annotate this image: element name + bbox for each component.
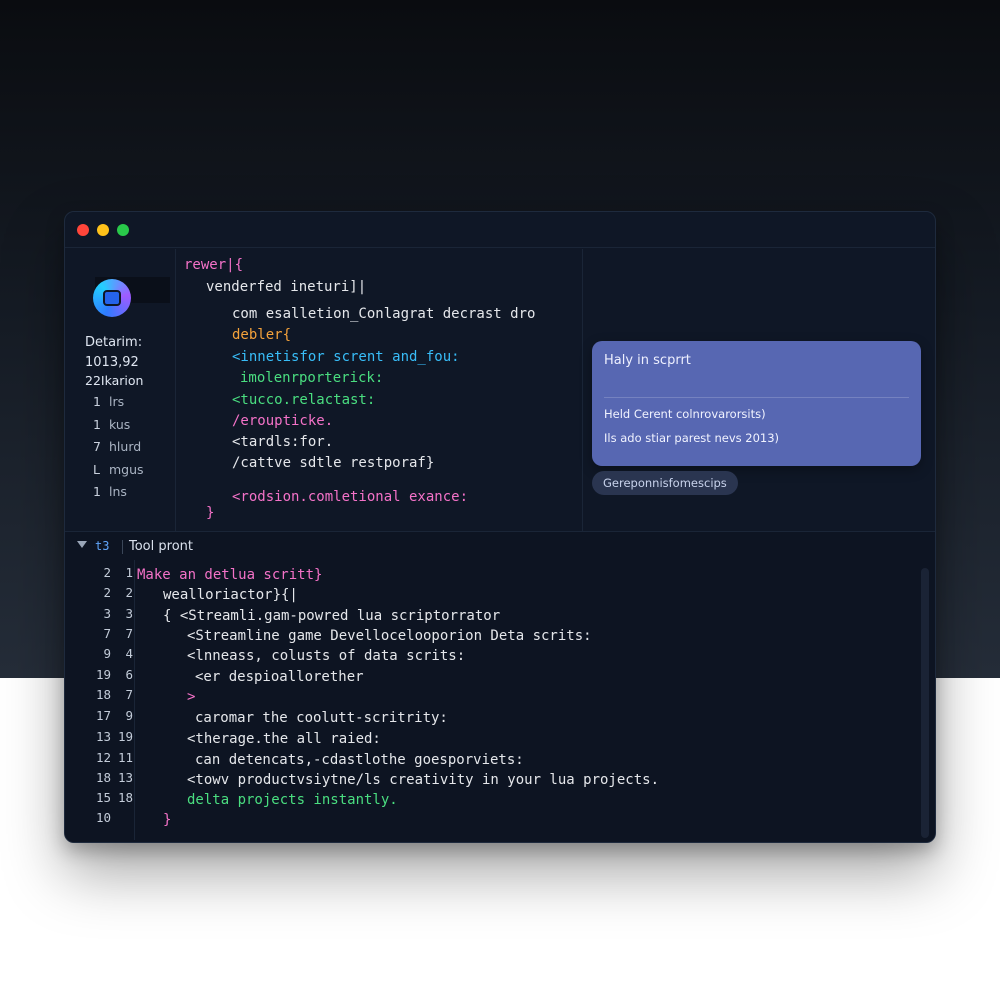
code-line: Make an detlua scritt} xyxy=(137,567,323,583)
line-number-b: 6 xyxy=(125,667,133,682)
line-number-b: 7 xyxy=(125,687,133,702)
line-number-a: 9 xyxy=(103,646,111,661)
code-line: <tardls:for. xyxy=(232,434,334,450)
line-number-a: 18 xyxy=(95,687,111,702)
sidebar-item[interactable]: 1 lrs xyxy=(93,394,173,417)
code-line: } xyxy=(163,812,172,828)
title-bar xyxy=(65,212,935,248)
code-line: <lnneass, colusts of data scrits: xyxy=(187,648,466,664)
line-number-b: 1 xyxy=(125,565,133,580)
line-number-a: 7 xyxy=(103,626,111,641)
line-number-a: 2 xyxy=(103,565,111,580)
suggestion-chip[interactable]: Gereponnisfomescips xyxy=(592,471,738,495)
sidebar-name: Detarim: xyxy=(85,335,143,350)
line-number: 19 6 xyxy=(89,667,133,682)
line-number-b: 2 xyxy=(125,585,133,600)
line-number-a: 2 xyxy=(103,585,111,600)
minimize-window-button[interactable] xyxy=(97,224,109,236)
code-line: com esalletion_Conlagrat decrast dro xyxy=(232,306,536,322)
code-line: > xyxy=(187,689,196,705)
line-number-b: 9 xyxy=(125,708,133,723)
code-line: caromar the coolutt-scritrity: xyxy=(195,710,448,726)
code-line: debler{ xyxy=(232,327,292,343)
line-number-a: 13 xyxy=(95,729,111,744)
line-number-gutter: 2 1 2 2 3 3 7 7 9 4 19 6 18 7 17 9 13 19 12 11 18 13 15 18 10 xyxy=(79,560,135,840)
editor-window: Detarim: 1013,92 22Ikarion 1 lrs 1 kus 7 hl… xyxy=(64,211,936,843)
maximize-window-button[interactable] xyxy=(117,224,129,236)
chat-message-card[interactable]: Haly in scprrt Held Cerent colnrovarorsi… xyxy=(592,341,921,466)
chat-line: Ils ado stiar parest nevs 2013) xyxy=(604,431,780,445)
code-line: venderfed ineturi]| xyxy=(206,279,367,295)
line-number-a: 15 xyxy=(95,790,111,805)
code-line: /cattve sdtle restporaf} xyxy=(232,455,435,471)
sidebar-sub: 22Ikarion xyxy=(85,373,144,388)
sidebar-item[interactable]: Lmgus xyxy=(93,462,173,485)
panel-header: t3 Tool pront xyxy=(65,532,935,560)
line-number-a: 3 xyxy=(103,606,111,621)
panel-title: Tool pront xyxy=(129,539,193,554)
scrollbar[interactable] xyxy=(921,568,929,838)
line-number: 77 xyxy=(89,626,133,641)
code-line: <tucco.relactast: xyxy=(232,392,376,408)
line-number-b: 13 xyxy=(117,770,133,785)
line-number-a: 17 xyxy=(95,708,111,723)
code-line: /eroupticke. xyxy=(232,413,334,429)
line-number: 10 xyxy=(89,810,133,825)
chat-divider xyxy=(604,397,909,398)
line-number-b: 4 xyxy=(125,646,133,661)
line-number-a: 18 xyxy=(95,770,111,785)
chat-title: Haly in scprrt xyxy=(604,353,691,368)
line-number: 18 13 xyxy=(89,770,133,785)
line-number-b: 7 xyxy=(125,626,133,641)
line-number: 12 11 xyxy=(89,750,133,765)
line-number: 22 xyxy=(89,585,133,600)
app-icon xyxy=(103,290,121,306)
collapse-chevron-icon[interactable] xyxy=(77,541,87,548)
panel-tag: t3 xyxy=(95,539,110,553)
code-line: <Streamline game Devellocelooporion Deta… xyxy=(187,628,592,644)
line-number-a: 10 xyxy=(95,810,111,825)
line-number: 17 9 xyxy=(89,708,133,723)
code-line: delta projects instantly. xyxy=(187,792,398,808)
line-number: 21 xyxy=(89,565,133,580)
close-window-button[interactable] xyxy=(77,224,89,236)
code-editor-top[interactable]: rewer|{ venderfed ineturi]| com esalleti… xyxy=(175,249,583,531)
chat-panel: Haly in scprrt Held Cerent colnrovarorsi… xyxy=(584,249,935,531)
code-line: { <Streamli.gam-powred lua scriptorrator xyxy=(163,608,501,624)
line-number: 94 xyxy=(89,646,133,661)
line-number-a: 12 xyxy=(95,750,111,765)
line-number-b: 18 xyxy=(117,790,133,805)
code-line: rewer|{ xyxy=(184,257,244,273)
sidebar-item[interactable]: 1 kus xyxy=(93,417,173,440)
tool-prompt-panel: t3 Tool pront 2 1 2 2 3 3 7 7 9 4 19 6 18 7 17 9 13 19 12 1… xyxy=(65,531,935,842)
divider xyxy=(122,540,123,554)
code-line: can detencats,-cdastlothe goesporviets: xyxy=(195,752,524,768)
code-line: <innetisfor scrent and_fou: xyxy=(232,349,460,365)
line-number-b: 19 xyxy=(117,729,133,744)
code-line: <rodsion.comletional exance: xyxy=(232,489,469,505)
avatar[interactable] xyxy=(93,279,131,317)
line-number: 33 xyxy=(89,606,133,621)
code-editor-bottom[interactable]: Make an detlua scritt} wealloriactor}{| { … xyxy=(137,560,897,840)
sidebar-list: 1 lrs 1 kus 7 hlurd Lmgus 1 lns xyxy=(93,394,173,507)
code-line: <towv productvsiytne/ls creativity in yo… xyxy=(187,772,660,788)
info-sidebar: Detarim: 1013,92 22Ikarion 1 lrs 1 kus 7 hl… xyxy=(65,249,175,529)
code-line: imolenrporterick: xyxy=(240,370,384,386)
line-number: 18 7 xyxy=(89,687,133,702)
code-line: } xyxy=(206,505,215,521)
code-line: <therage.the all raied: xyxy=(187,731,381,747)
chat-line: Held Cerent colnrovarorsits) xyxy=(604,407,766,421)
line-number-a: 19 xyxy=(95,667,111,682)
line-number-b: 3 xyxy=(125,606,133,621)
code-line: <er despioallorether xyxy=(195,669,364,685)
code-line: wealloriactor}{| xyxy=(163,587,298,603)
sidebar-item[interactable]: 7 hlurd xyxy=(93,439,173,462)
sidebar-item[interactable]: 1 lns xyxy=(93,484,173,507)
sidebar-number: 1013,92 xyxy=(85,355,139,370)
line-number: 15 18 xyxy=(89,790,133,805)
line-number-b: 11 xyxy=(117,750,133,765)
line-number: 13 19 xyxy=(89,729,133,744)
